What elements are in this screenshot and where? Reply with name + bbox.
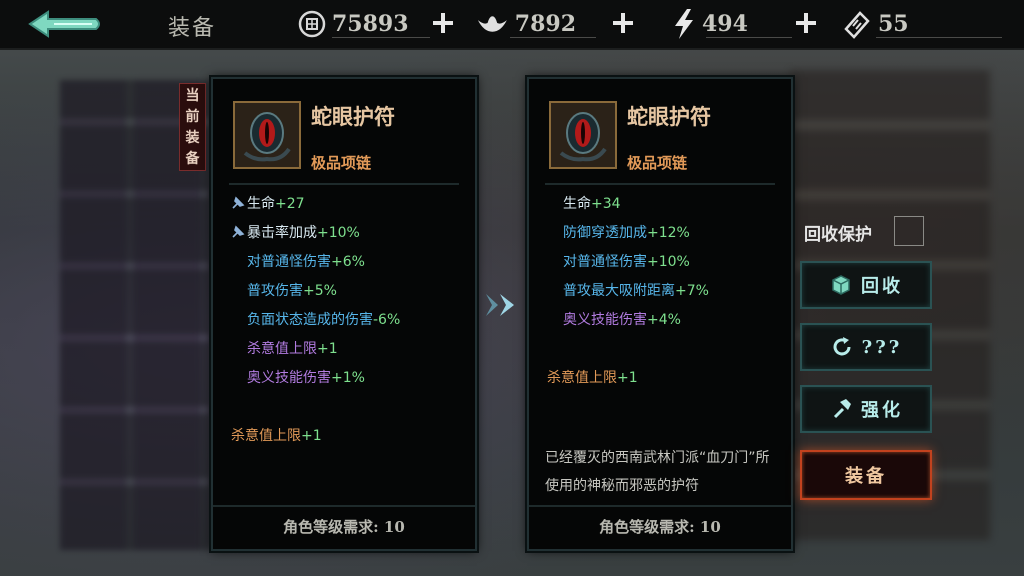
page-title: 装备 bbox=[168, 16, 217, 41]
stat-row: 暴击率加成+10% bbox=[231, 222, 360, 242]
stat-row: 负面状态造成的伤害-6% bbox=[247, 312, 401, 328]
stat-row: 奥义技能伤害+4% bbox=[563, 312, 681, 328]
add-stamina-button[interactable] bbox=[794, 11, 818, 35]
level-requirement: 角色等级需求: 10 bbox=[213, 505, 475, 549]
recycle-button[interactable]: 回收 bbox=[800, 261, 932, 309]
item-name: 蛇眼护符 bbox=[627, 104, 711, 129]
item-icon[interactable] bbox=[233, 101, 301, 169]
stat-row: 杀意值上限+1 bbox=[247, 341, 338, 357]
add-coin-button[interactable] bbox=[431, 11, 455, 35]
current-equipped-tag: 当前装备 bbox=[179, 83, 206, 171]
equip-button[interactable]: 装备 bbox=[800, 450, 932, 500]
stat-row: 普攻最大吸附距离+7% bbox=[563, 283, 709, 299]
item-quality: 极品项链 bbox=[627, 154, 688, 172]
back-arrow-icon bbox=[28, 10, 100, 38]
item-description: 已经覆灭的西南武林门派“血刀门”所使用的神秘而邪恶的护符 bbox=[545, 450, 770, 494]
resource-silver: 7892 bbox=[476, 8, 596, 40]
amulet-icon bbox=[235, 103, 299, 167]
pin-icon bbox=[231, 196, 245, 210]
refresh-icon bbox=[833, 337, 851, 356]
back-button[interactable] bbox=[26, 8, 104, 40]
recycle-icon bbox=[832, 275, 850, 295]
stat-row: 对普通怪伤害+10% bbox=[563, 254, 690, 270]
amulet-icon bbox=[551, 103, 615, 167]
top-bar: 装备 75893 7892 494 55 bbox=[0, 0, 1024, 50]
stat-row: 防御穿透加成+12% bbox=[563, 225, 690, 241]
ticket-icon bbox=[844, 11, 870, 39]
recycle-protect-checkbox[interactable] bbox=[894, 216, 924, 246]
stat-row: 普攻伤害+5% bbox=[247, 283, 337, 299]
coin-icon bbox=[298, 10, 326, 38]
current-equipped-label: 当前装备 bbox=[185, 88, 200, 167]
silver-ingot-icon bbox=[477, 16, 507, 32]
item-quality: 极品项链 bbox=[311, 154, 372, 172]
recycle-protect-label: 回收保护 bbox=[804, 225, 872, 245]
stat-row: 对普通怪伤害+6% bbox=[247, 254, 365, 270]
hammer-icon bbox=[833, 399, 851, 419]
level-requirement: 角色等级需求: 10 bbox=[529, 505, 791, 549]
pin-icon bbox=[231, 225, 245, 239]
stat-row: 生命+27 bbox=[231, 193, 305, 213]
item-name: 蛇眼护符 bbox=[311, 104, 395, 129]
ticket-value: 55 bbox=[878, 11, 909, 37]
divider bbox=[545, 183, 775, 185]
item-icon[interactable] bbox=[549, 101, 617, 169]
stat-row: 奥义技能伤害+1% bbox=[247, 370, 365, 386]
silver-value: 7892 bbox=[514, 11, 576, 37]
lightning-icon bbox=[675, 9, 693, 39]
resource-coin: 75893 bbox=[298, 8, 430, 40]
resource-stamina: 494 bbox=[672, 8, 792, 40]
current-item-panel: 蛇眼护符 极品项链 生命+27 暴击率加成+10% 对普通怪伤害+6% 普攻伤害… bbox=[211, 77, 477, 551]
enhance-button[interactable]: 强化 bbox=[800, 385, 932, 433]
compare-arrow-icon bbox=[486, 294, 514, 316]
special-stat: 杀意值上限+1 bbox=[231, 428, 322, 444]
new-item-panel: 蛇眼护符 极品项链 生命+34 防御穿透加成+12% 对普通怪伤害+10% 普攻… bbox=[527, 77, 793, 551]
resource-ticket: 55 bbox=[842, 8, 1002, 40]
stat-row: 生命+34 bbox=[563, 196, 621, 212]
stamina-value: 494 bbox=[702, 11, 748, 37]
unknown-button[interactable]: ??? bbox=[800, 323, 932, 371]
coin-value: 75893 bbox=[332, 11, 409, 37]
add-silver-button[interactable] bbox=[611, 11, 635, 35]
special-stat: 杀意值上限+1 bbox=[547, 370, 638, 386]
divider bbox=[229, 183, 459, 185]
